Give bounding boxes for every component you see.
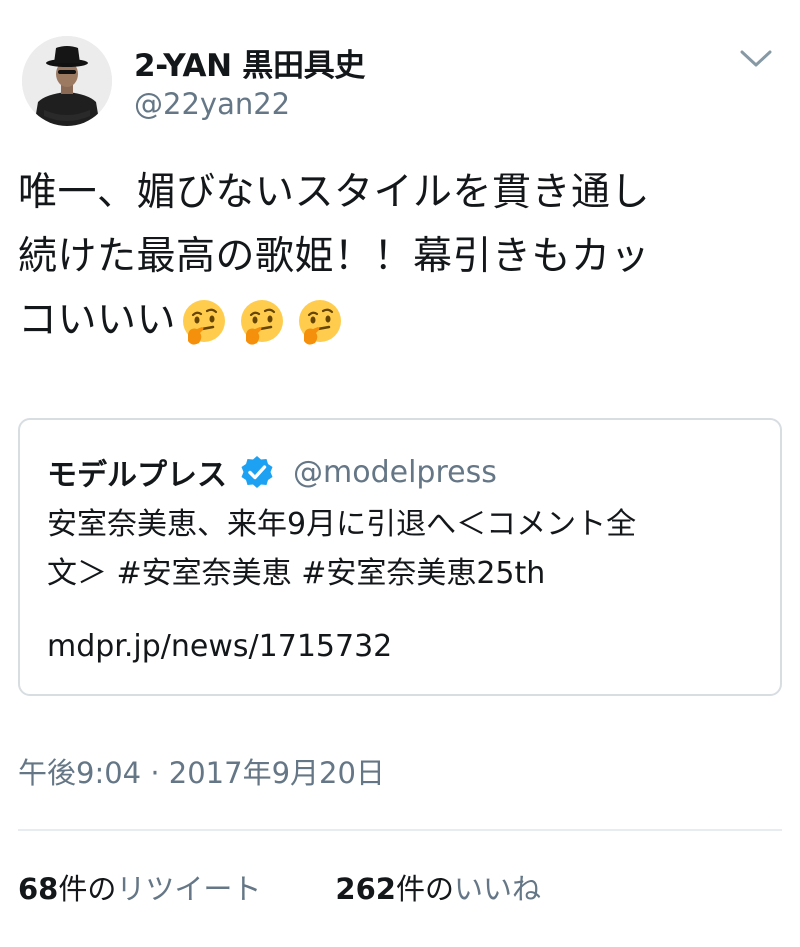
retweet-label: リツイート bbox=[116, 872, 262, 906]
person-wearing-hat-avatar-icon bbox=[22, 36, 112, 126]
quoted-author-name[interactable]: モデルプレス bbox=[47, 450, 227, 494]
tweet-timestamp[interactable]: 午後9:04 · 2017年9月20日 bbox=[18, 750, 385, 792]
quoted-tweet-header: モデルプレス @modelpress bbox=[47, 450, 497, 494]
tweet-stats: 68 件の リツイート 262 件の いいね bbox=[18, 866, 541, 908]
author-display-name[interactable]: 2-YAN 黒田具史 bbox=[134, 40, 365, 85]
quoted-text-line: 文＞ #安室奈美恵 #安室奈美恵25th bbox=[47, 556, 546, 591]
tweet-text-line-last: コいいい bbox=[18, 289, 788, 353]
verified-badge-icon bbox=[241, 456, 273, 488]
quoted-tweet-text: 安室奈美恵、来年9月に引退へ＜コメント全 文＞ #安室奈美恵 #安室奈美恵25t… bbox=[47, 500, 767, 598]
like-count: 262 bbox=[335, 872, 396, 906]
retweet-count: 68 bbox=[18, 872, 59, 906]
tweet-text-line: 続けた最高の歌姫！！幕引きもカッ bbox=[18, 234, 651, 279]
tweet-container: 2-YAN 黒田具史 @22yan22 唯一、媚びないスタイルを貫き通し 続けた… bbox=[0, 0, 800, 947]
tweet-text-line: 唯一、媚びないスタイルを貫き通し bbox=[18, 170, 651, 215]
like-label: いいね bbox=[453, 872, 541, 906]
quoted-text-line: 安室奈美恵、来年9月に引退へ＜コメント全 bbox=[47, 507, 637, 542]
author-handle[interactable]: @22yan22 bbox=[134, 87, 290, 121]
retweet-count-unit: 件の bbox=[58, 872, 117, 906]
like-count-unit: 件の bbox=[395, 872, 454, 906]
thinking-face-emoji-icon bbox=[299, 299, 342, 345]
avatar[interactable] bbox=[22, 36, 112, 126]
thinking-face-emoji-icon bbox=[241, 299, 284, 345]
tweet-text: 唯一、媚びないスタイルを貫き通し 続けた最高の歌姫！！幕引きもカッ コいいい bbox=[18, 161, 788, 353]
thinking-face-emoji-icon bbox=[183, 299, 226, 345]
emoji-row bbox=[178, 297, 352, 349]
quoted-tweet-link[interactable]: mdpr.jp/news/1715732 bbox=[47, 629, 392, 664]
like-count-link[interactable]: 262 件の いいね bbox=[335, 866, 541, 908]
divider bbox=[18, 829, 782, 831]
retweet-count-link[interactable]: 68 件の リツイート bbox=[18, 866, 261, 908]
quoted-tweet-card[interactable]: モデルプレス @modelpress 安室奈美恵、来年9月に引退へ＜コメント全 … bbox=[18, 418, 782, 696]
quoted-author-handle[interactable]: @modelpress bbox=[293, 455, 497, 490]
chevron-down-icon[interactable] bbox=[738, 44, 774, 72]
tweet-text-fragment: コいいい bbox=[18, 298, 177, 343]
